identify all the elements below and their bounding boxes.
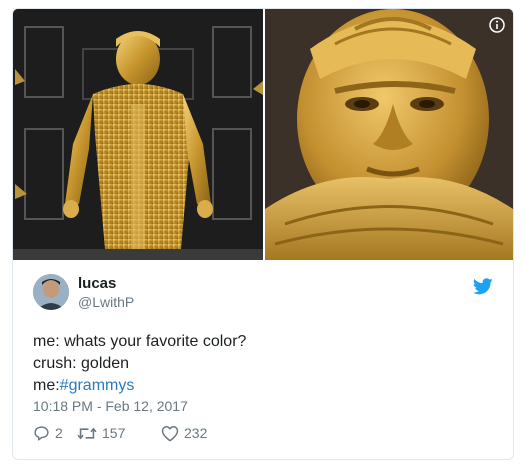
gold-figure-full-image [13,9,263,260]
retweet-icon [77,427,97,439]
reply-count: 2 [55,425,63,441]
like-count: 232 [184,425,208,441]
info-icon[interactable] [489,17,505,33]
avatar[interactable] [33,274,69,310]
hashtag-link[interactable]: #grammys [60,377,135,394]
twitter-bird-icon[interactable] [472,278,493,295]
retweet-count: 157 [102,425,126,441]
reply-button[interactable]: 2 [33,423,63,443]
tweet-text-line: crush: golden [33,355,130,372]
retweet-button[interactable]: 157 [77,423,125,443]
photo-face-closeup[interactable] [265,9,513,260]
author-handle[interactable]: @LwithP [78,294,134,310]
tweet-text-prefix: me: [33,377,60,394]
tweet-card: lucas @LwithP me: whats your favorite co… [12,8,514,460]
like-button[interactable]: 232 [161,423,207,443]
tweet-timestamp[interactable]: 10:18 PM - Feb 12, 2017 [33,398,188,414]
tweet-text-line: me: whats your favorite color? [33,333,247,350]
author-name[interactable]: lucas [78,275,116,292]
tweet-media[interactable] [13,9,513,260]
tweet-header: lucas @LwithP [33,274,493,318]
tweet-text-line: me:#grammys [33,375,246,397]
like-icon [161,425,179,441]
gold-figure-face-image [265,9,513,260]
photo-full-body[interactable] [13,9,263,260]
reply-icon [34,425,49,441]
tweet-text: me: whats your favorite color? crush: go… [33,331,246,397]
